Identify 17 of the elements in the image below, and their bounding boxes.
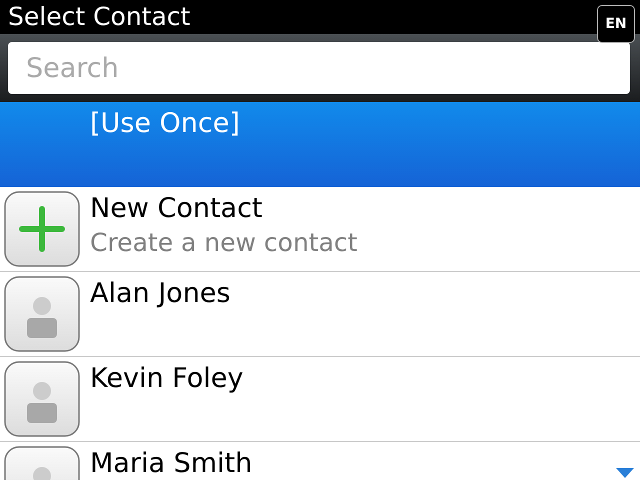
contact-list-item[interactable]: [Use Once]: [0, 102, 640, 187]
contact-list-item[interactable]: Maria Smith: [0, 442, 640, 480]
item-name: Maria Smith: [90, 447, 252, 480]
contact-list-item[interactable]: Kevin Foley: [0, 357, 640, 442]
item-name: [Use Once]: [90, 107, 240, 141]
item-name: New Contact: [90, 192, 264, 226]
item-name: Kevin Foley: [90, 362, 244, 396]
input-language-indicator: EN: [597, 5, 635, 43]
item-subtitle: Create a new contact: [90, 227, 358, 259]
contact-list-item[interactable]: Alan Jones: [0, 272, 640, 357]
search-field[interactable]: Search: [8, 42, 630, 94]
item-name: Alan Jones: [90, 277, 230, 311]
person-icon: [4, 276, 80, 352]
person-icon: [4, 361, 80, 437]
add-contact-icon: [4, 191, 80, 267]
scroll-down-icon: [616, 468, 634, 478]
contact-list-item[interactable]: New Contact Create a new contact: [0, 187, 640, 272]
